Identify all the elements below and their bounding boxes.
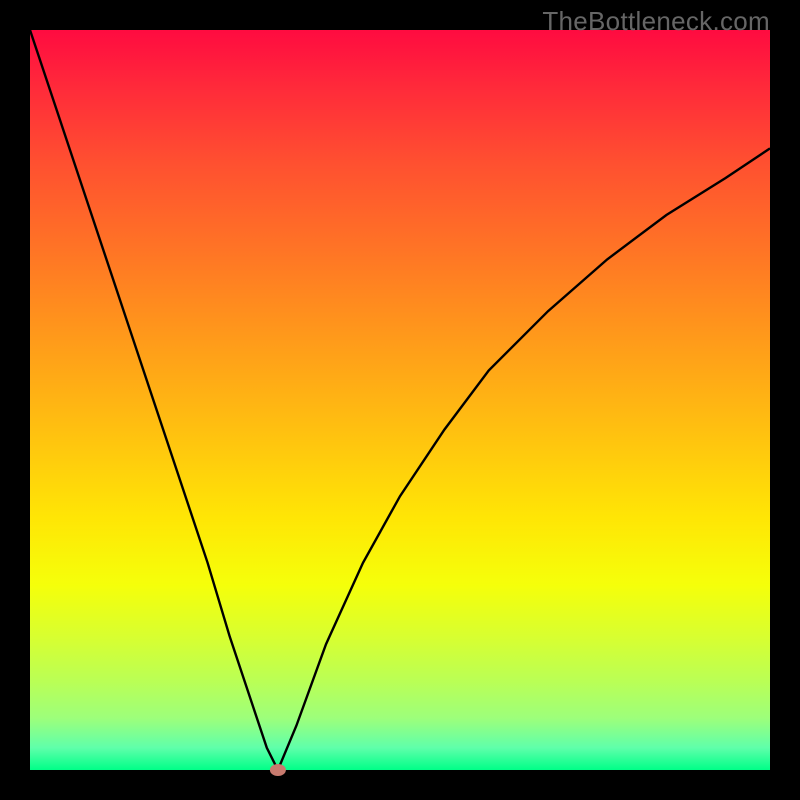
curve-right-branch [278, 148, 770, 770]
chart-frame: TheBottleneck.com [0, 0, 800, 800]
curve-left-branch [30, 30, 278, 770]
curve-layer [30, 30, 770, 770]
minimum-marker [270, 764, 286, 776]
